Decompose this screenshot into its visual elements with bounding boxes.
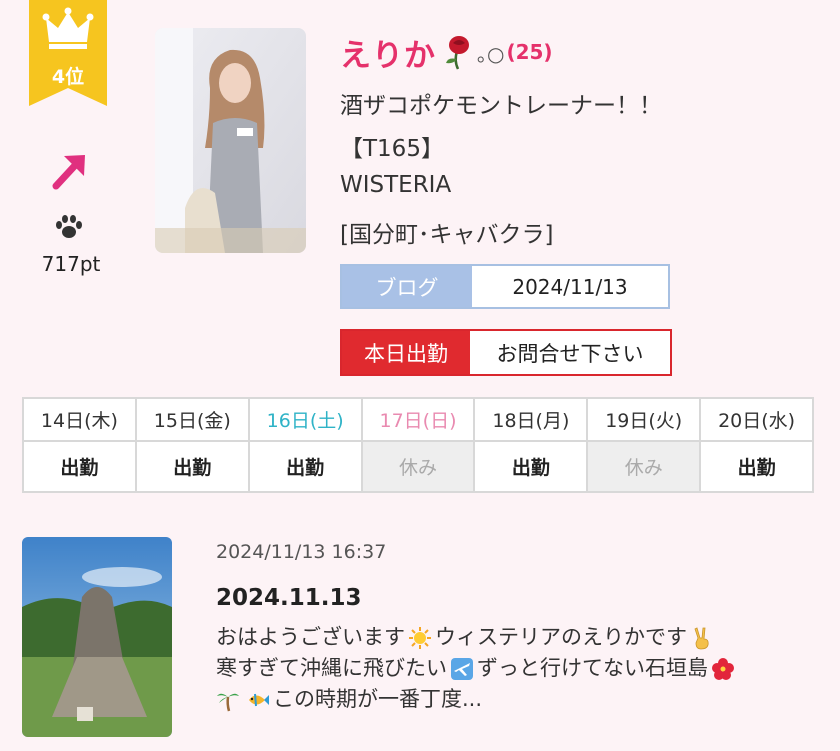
- excerpt-line: おはようございます ウィステリアのえりかです: [216, 622, 816, 653]
- paw-icon: [54, 214, 84, 244]
- schedule-status: 出勤: [60, 457, 99, 479]
- sun-icon: [409, 626, 431, 649]
- rank-badge: 4位: [29, 0, 107, 106]
- hibiscus-icon: [712, 657, 734, 680]
- points-value: 717pt: [41, 252, 101, 276]
- excerpt-text: 寒すぎて沖縄に飛びたい: [216, 656, 447, 680]
- schedule-day: 18日(月) 出勤: [475, 399, 589, 491]
- excerpt-text: おはようございます: [216, 625, 405, 649]
- profile-photo[interactable]: [155, 28, 306, 253]
- weekly-schedule: 14日(木) 出勤 15日(金) 出勤 16日(土) 出勤 17日(日) 休み …: [22, 397, 814, 493]
- blog-post-thumbnail[interactable]: [22, 537, 172, 737]
- schedule-status: 出勤: [173, 457, 212, 479]
- blog-post-title[interactable]: 2024.11.13: [216, 585, 362, 611]
- schedule-date: 20日(水): [701, 399, 813, 442]
- excerpt-text: ずっと行けてない石垣島: [477, 656, 708, 680]
- cast-name[interactable]: えりか: [340, 30, 436, 75]
- rose-icon: [446, 36, 469, 70]
- today-work-value: お問合せ下さい: [470, 331, 670, 374]
- cast-age: (25): [506, 40, 553, 64]
- today-work-label: 本日出勤: [342, 331, 470, 374]
- schedule-status: 休み: [588, 442, 700, 491]
- schedule-day: 17日(日) 休み: [362, 399, 476, 491]
- schedule-status: 出勤: [511, 457, 550, 479]
- excerpt-line: この時期が一番丁度...: [216, 684, 816, 715]
- victory-hand-icon: [694, 626, 709, 649]
- blog-post-excerpt[interactable]: おはようございます ウィステリアのえりかです 寒すぎて沖縄に飛びたい ずっと行け…: [216, 622, 816, 715]
- name-line: えりか ｡○ (25): [340, 30, 553, 74]
- schedule-day: 20日(水) 出勤: [701, 399, 813, 491]
- schedule-day: 19日(火) 休み: [588, 399, 702, 491]
- area-category: [国分町･キャバクラ]: [340, 222, 554, 248]
- schedule-day: 15日(金) 出勤: [136, 399, 250, 491]
- rank-label: 4位: [51, 66, 85, 88]
- schedule-date: 18日(月): [475, 399, 587, 442]
- blog-post-timestamp: 2024/11/13 16:37: [216, 541, 387, 563]
- height-info: 【T165】: [340, 136, 444, 162]
- schedule-status: 出勤: [286, 457, 325, 479]
- tropical-fish-icon: [249, 693, 269, 706]
- excerpt-text: ウィステリアのえりかです: [435, 625, 687, 649]
- shop-name[interactable]: WISTERIA: [340, 172, 451, 198]
- schedule-date: 14日(木): [24, 399, 135, 442]
- today-work-box: 本日出勤 お問合せ下さい: [340, 329, 672, 376]
- crown-icon: [42, 7, 94, 49]
- blog-update-box[interactable]: ブログ 2024/11/13: [340, 264, 670, 309]
- excerpt-text: この時期が一番丁度...: [273, 687, 483, 711]
- schedule-date: 17日(日): [362, 399, 474, 442]
- schedule-status: 休み: [362, 442, 474, 491]
- catchphrase: 酒ザコポケモントレーナー！！: [340, 93, 662, 119]
- schedule-day: 14日(木) 出勤: [24, 399, 137, 491]
- airplane-icon: [451, 657, 473, 680]
- schedule-date: 15日(金): [136, 399, 248, 442]
- name-decoration: ｡○: [477, 41, 505, 66]
- up-right-arrow-icon: [52, 155, 85, 190]
- schedule-day: 16日(土) 出勤: [249, 399, 363, 491]
- blog-date: 2024/11/13: [472, 266, 668, 307]
- schedule-date: 16日(土): [249, 399, 361, 442]
- blog-label[interactable]: ブログ: [342, 266, 472, 307]
- schedule-status: 出勤: [737, 457, 776, 479]
- excerpt-line: 寒すぎて沖縄に飛びたい ずっと行けてない石垣島: [216, 653, 816, 684]
- palm-tree-icon: [217, 693, 239, 711]
- schedule-date: 19日(火): [588, 399, 700, 442]
